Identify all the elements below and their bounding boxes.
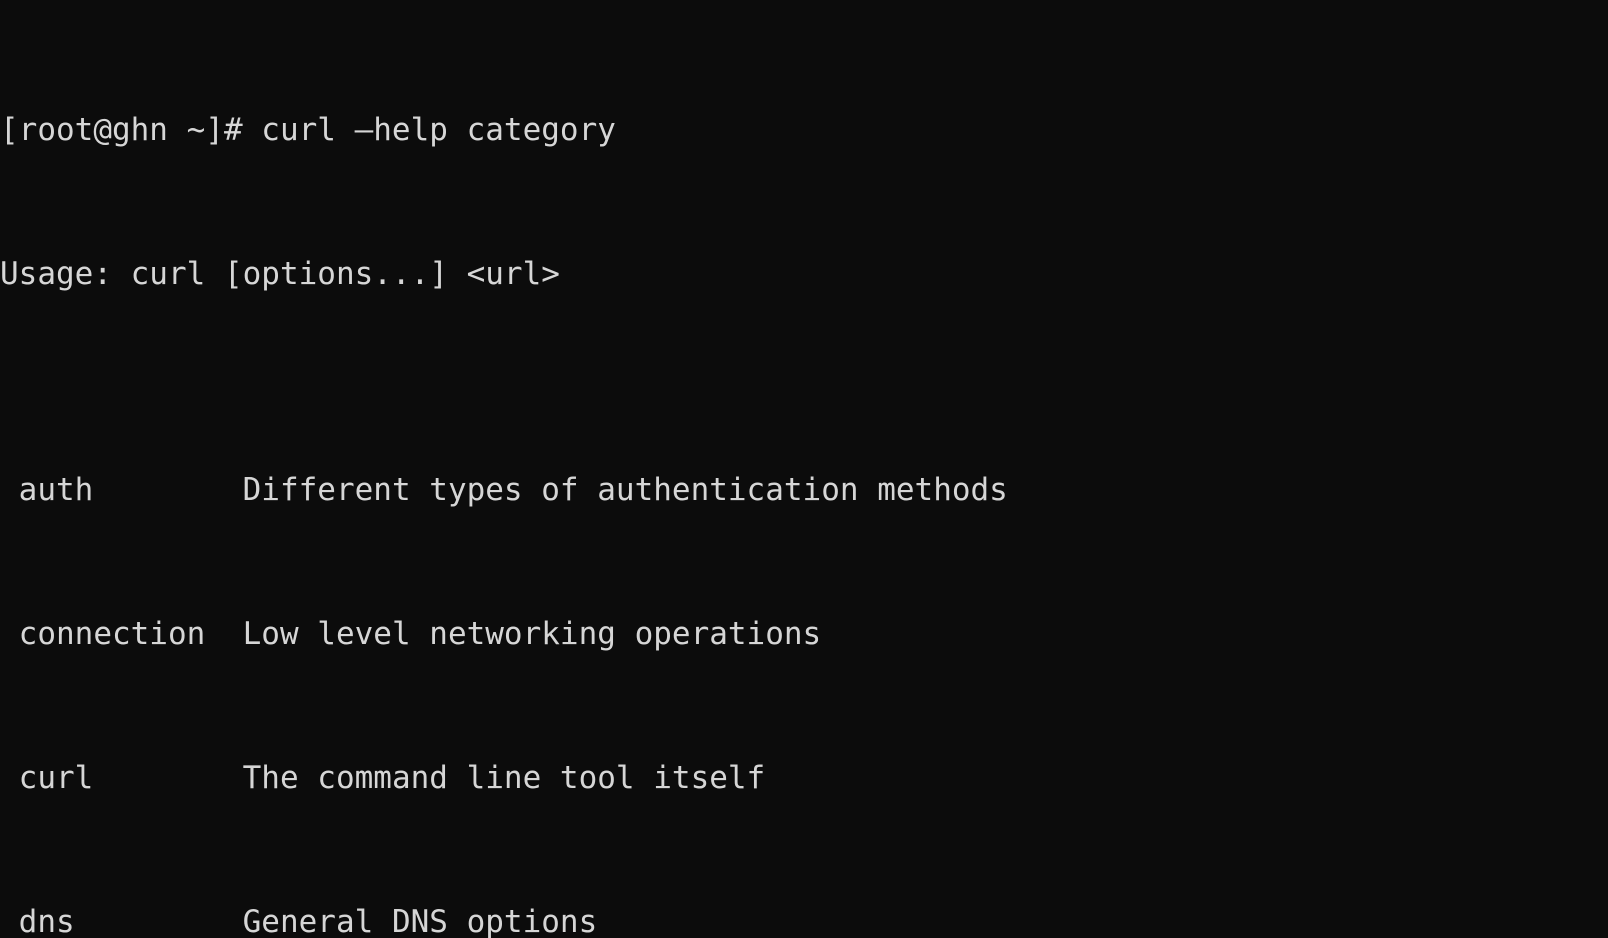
category-row: auth Different types of authentication m… bbox=[0, 472, 1608, 508]
category-name: curl bbox=[0, 760, 243, 796]
category-description: The command line tool itself bbox=[242, 760, 766, 796]
category-description: Low level networking operations bbox=[242, 616, 822, 652]
terminal-window[interactable]: [root@ghn ~]# curl –help category Usage:… bbox=[0, 0, 1608, 938]
category-name: connection bbox=[0, 616, 243, 652]
category-description: Different types of authentication method… bbox=[242, 472, 1008, 508]
terminal-screen: [root@ghn ~]# curl –help category Usage:… bbox=[0, 4, 1608, 938]
category-description: General DNS options bbox=[242, 904, 598, 938]
command-input-line: [root@ghn ~]# curl –help category bbox=[0, 112, 616, 148]
category-name: auth bbox=[0, 472, 243, 508]
category-row: dns General DNS options bbox=[0, 904, 1608, 938]
usage-line: Usage: curl [options...] <url> bbox=[0, 256, 560, 292]
category-name: dns bbox=[0, 904, 243, 938]
category-list: auth Different types of authentication m… bbox=[0, 400, 1608, 938]
category-row: curl The command line tool itself bbox=[0, 760, 1608, 796]
category-row: connection Low level networking operatio… bbox=[0, 616, 1608, 652]
